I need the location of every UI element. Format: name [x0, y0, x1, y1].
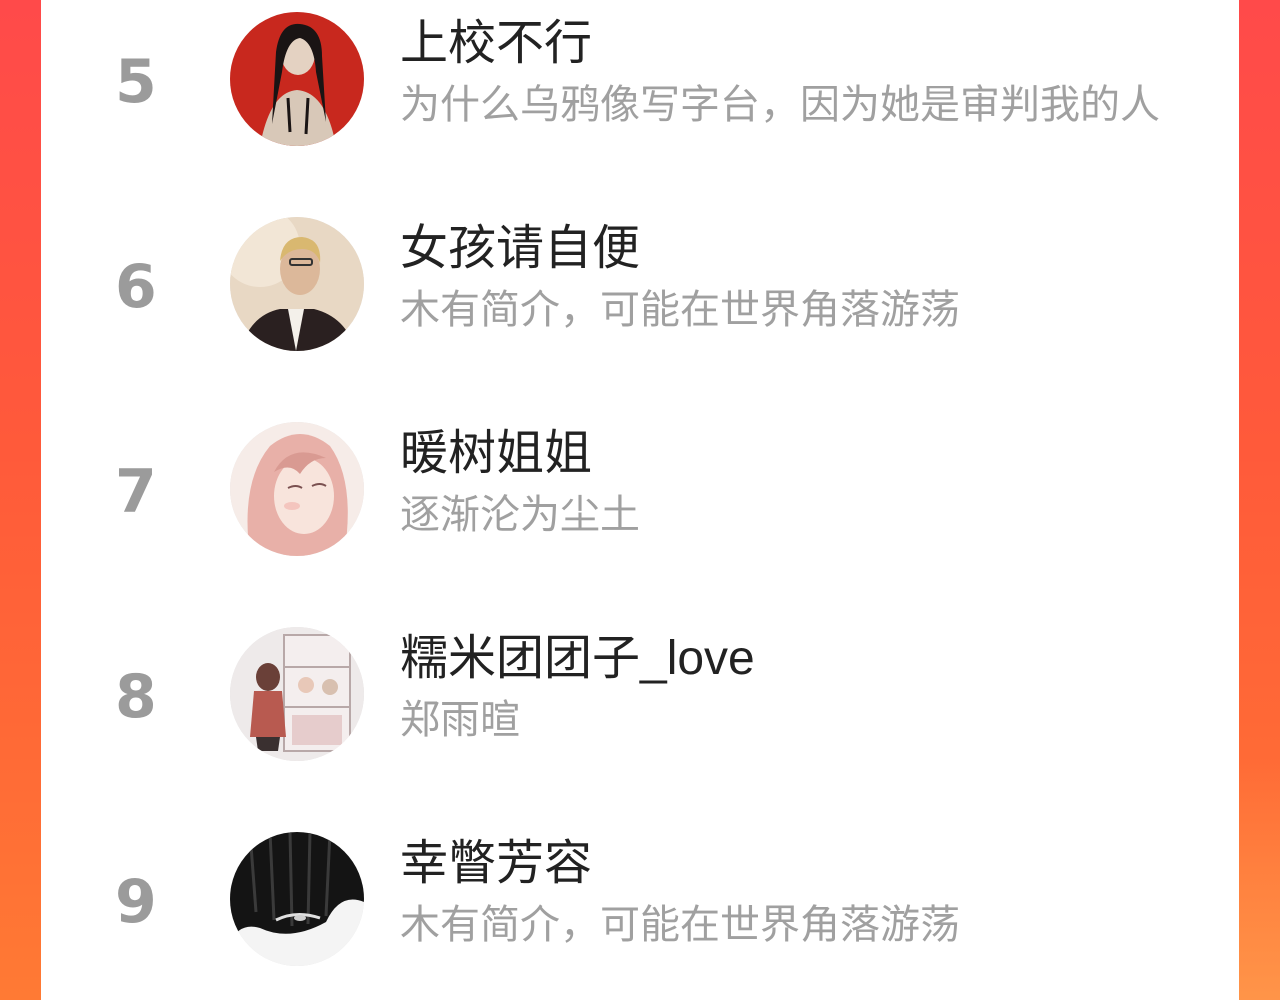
user-name[interactable]: 女孩请自便: [400, 219, 640, 279]
avatar[interactable]: [230, 627, 364, 761]
list-item[interactable]: 9 幸瞥芳容 木有简介，可能在世界角落游荡: [41, 832, 1239, 972]
rank-number: 9: [115, 867, 157, 937]
rank-number: 5: [115, 47, 157, 117]
user-bio: 为什么乌鸦像写字台，因为她是审判我的人: [400, 83, 1160, 127]
avatar[interactable]: [230, 832, 364, 966]
rank-number: 6: [115, 252, 157, 322]
user-name[interactable]: 幸瞥芳容: [400, 834, 592, 894]
avatar[interactable]: [230, 217, 364, 351]
list-item[interactable]: 7 暖树姐姐 逐渐沦为尘土: [41, 422, 1239, 562]
user-name[interactable]: 暖树姐姐: [400, 424, 592, 484]
ranking-list: 5 上校不行 为什么乌鸦像写字台，因为她是审判我的人 6 女孩请自便 木有简介，…: [41, 0, 1239, 1000]
avatar[interactable]: [230, 422, 364, 556]
user-bio: 郑雨暄: [400, 698, 520, 742]
user-name[interactable]: 上校不行: [400, 14, 592, 74]
list-item[interactable]: 6 女孩请自便 木有简介，可能在世界角落游荡: [41, 217, 1239, 357]
list-item[interactable]: 8 糯米团团子_love 郑雨暄: [41, 627, 1239, 767]
background-glow: [1239, 760, 1280, 1000]
user-bio: 逐渐沦为尘土: [400, 493, 640, 537]
user-bio: 木有简介，可能在世界角落游荡: [400, 903, 960, 947]
rank-number: 7: [115, 457, 157, 527]
rank-number: 8: [115, 662, 157, 732]
user-name[interactable]: 糯米团团子_love: [400, 629, 755, 689]
avatar[interactable]: [230, 12, 364, 146]
list-item[interactable]: 5 上校不行 为什么乌鸦像写字台，因为她是审判我的人: [41, 12, 1239, 152]
user-bio: 木有简介，可能在世界角落游荡: [400, 288, 960, 332]
